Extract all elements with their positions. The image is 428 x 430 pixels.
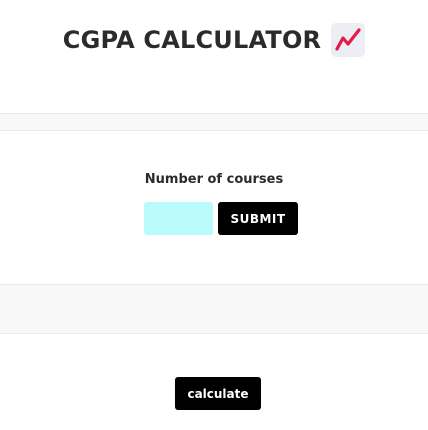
page-header: CGPA CALCULATOR <box>0 18 428 62</box>
page-title: CGPA CALCULATOR <box>62 26 322 54</box>
submit-button[interactable]: SUBMIT <box>218 202 298 235</box>
courses-count-label: Number of courses <box>144 172 284 187</box>
courses-count-input[interactable] <box>144 202 213 235</box>
section-divider-top <box>0 113 428 131</box>
app-page: CGPA CALCULATOR Number of courses SUBMIT… <box>0 0 428 430</box>
chart-increasing-icon <box>331 23 366 57</box>
section-divider-bottom <box>0 284 428 334</box>
courses-input-row: SUBMIT <box>144 202 298 235</box>
calculate-button[interactable]: calculate <box>175 377 261 410</box>
